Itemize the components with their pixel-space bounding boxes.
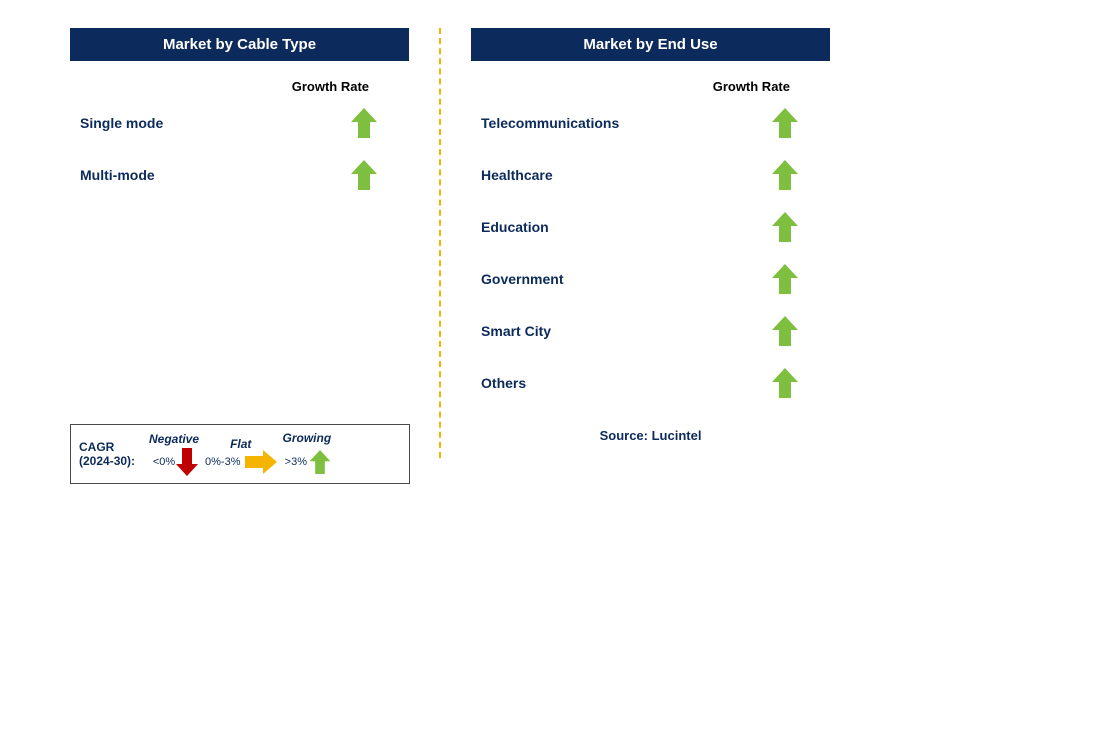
trend-cell bbox=[319, 108, 409, 138]
row-end-use: Healthcare bbox=[471, 160, 830, 190]
trend-cell bbox=[740, 108, 830, 138]
legend-growing-range: >3% bbox=[285, 456, 307, 468]
arrow-down-icon bbox=[179, 448, 195, 476]
arrow-up-icon bbox=[313, 450, 327, 474]
row-end-use: Others bbox=[471, 368, 830, 398]
row-end-use: Telecommunications bbox=[471, 108, 830, 138]
vertical-divider bbox=[439, 28, 441, 458]
legend-flat: Flat 0%-3% bbox=[205, 437, 276, 471]
row-end-use: Education bbox=[471, 212, 830, 242]
col-end-use: Market by End Use Growth Rate Telecommun… bbox=[471, 28, 830, 458]
legend-growing: Growing >3% bbox=[283, 431, 332, 477]
item-label: Others bbox=[481, 375, 740, 391]
legend-period-label: CAGR bbox=[79, 440, 114, 454]
arrow-up-icon bbox=[776, 108, 794, 138]
item-label: Smart City bbox=[481, 323, 740, 339]
row-end-use: Smart City bbox=[471, 316, 830, 346]
growth-header-left: Growth Rate bbox=[70, 79, 409, 94]
trend-cell bbox=[740, 212, 830, 242]
arrow-up-icon bbox=[355, 160, 373, 190]
diagram-wrap: Market by Cable Type Growth Rate Single … bbox=[70, 28, 830, 458]
legend-growing-tag: Growing bbox=[283, 431, 332, 445]
trend-cell bbox=[319, 160, 409, 190]
legend-period-range: (2024-30): bbox=[79, 454, 135, 468]
row-cable-type: Multi-mode bbox=[70, 160, 409, 190]
item-label: Multi-mode bbox=[80, 167, 319, 183]
banner-cable-type: Market by Cable Type bbox=[70, 28, 409, 61]
item-label: Education bbox=[481, 219, 740, 235]
legend-negative: Negative <0% bbox=[149, 432, 199, 476]
legend-flat-tag: Flat bbox=[230, 437, 251, 451]
item-label: Government bbox=[481, 271, 740, 287]
legend-flat-range: 0%-3% bbox=[205, 456, 240, 468]
item-label: Telecommunications bbox=[481, 115, 740, 131]
arrow-up-icon bbox=[776, 160, 794, 190]
item-label: Single mode bbox=[80, 115, 319, 131]
cagr-legend: CAGR (2024-30): Negative <0% Flat 0%-3% … bbox=[70, 424, 410, 484]
row-cable-type: Single mode bbox=[70, 108, 409, 138]
banner-end-use: Market by End Use bbox=[471, 28, 830, 61]
col-cable-type: Market by Cable Type Growth Rate Single … bbox=[70, 28, 409, 458]
arrow-right-icon bbox=[245, 453, 277, 471]
arrow-up-icon bbox=[776, 368, 794, 398]
row-end-use: Government bbox=[471, 264, 830, 294]
trend-cell bbox=[740, 264, 830, 294]
arrow-up-icon bbox=[776, 316, 794, 346]
arrow-up-icon bbox=[776, 212, 794, 242]
trend-cell bbox=[740, 368, 830, 398]
trend-cell bbox=[740, 316, 830, 346]
legend-negative-range: <0% bbox=[153, 456, 175, 468]
source-label: Source: Lucintel bbox=[471, 428, 830, 443]
legend-period: CAGR (2024-30): bbox=[79, 440, 143, 469]
trend-cell bbox=[740, 160, 830, 190]
arrow-up-icon bbox=[776, 264, 794, 294]
growth-header-right: Growth Rate bbox=[471, 79, 830, 94]
arrow-up-icon bbox=[355, 108, 373, 138]
legend-negative-tag: Negative bbox=[149, 432, 199, 446]
item-label: Healthcare bbox=[481, 167, 740, 183]
